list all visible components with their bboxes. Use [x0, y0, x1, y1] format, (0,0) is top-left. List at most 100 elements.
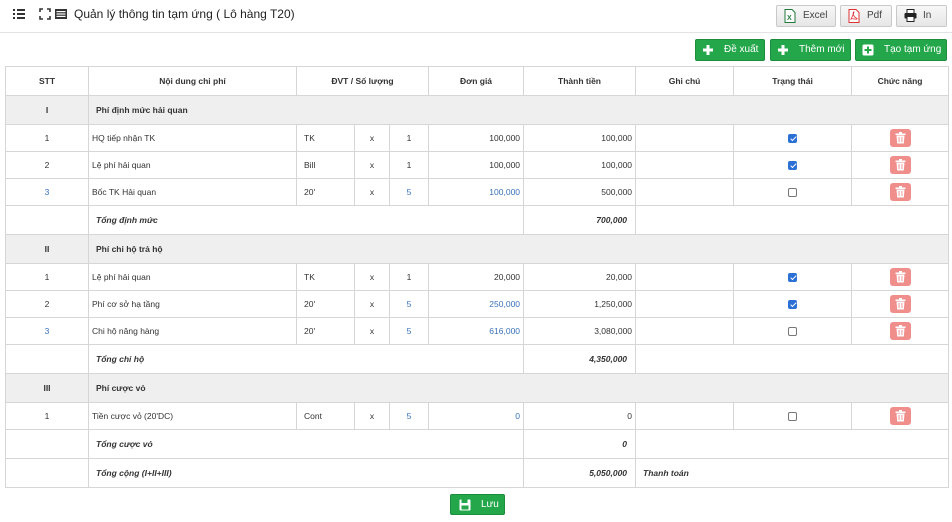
row-content[interactable]: Bốc TK Hải quan [88, 178, 297, 206]
plus-icon [778, 45, 788, 55]
row-price[interactable]: 616,000 [428, 317, 525, 345]
delete-button[interactable] [889, 295, 911, 313]
row-price[interactable]: 0 [428, 402, 525, 430]
save-button[interactable]: Lưu [450, 494, 505, 515]
row-qty[interactable]: 5 [388, 402, 430, 430]
row-status [733, 402, 853, 430]
group-total-label: Tổng chi hộ [87, 344, 525, 374]
row-price[interactable]: 100,000 [428, 178, 525, 206]
row-note[interactable] [635, 178, 735, 206]
propose-button[interactable]: Đề xuất [695, 39, 765, 61]
row-unit[interactable]: TK [296, 124, 355, 152]
row-x: x [354, 290, 390, 318]
row-amount: 500,000 [523, 178, 637, 206]
row-actions [851, 402, 950, 430]
row-note[interactable] [635, 124, 735, 152]
row-amount: 100,000 [523, 151, 637, 179]
col-content: Nội dung chi phí [88, 66, 297, 96]
row-qty[interactable]: 1 [388, 124, 430, 152]
row-actions [851, 317, 950, 345]
group-total-row: Tổng cược vỏ 0 [5, 429, 950, 459]
row-note[interactable] [635, 263, 735, 291]
col-price: Đơn giá [428, 66, 525, 96]
row-price[interactable]: 250,000 [428, 290, 525, 318]
plus-square-icon [862, 44, 874, 56]
row-status [733, 151, 853, 179]
row-price[interactable]: 100,000 [428, 151, 525, 179]
group-total-value: 700,000 [523, 205, 637, 235]
group-roman: III [5, 373, 89, 403]
row-price[interactable]: 20,000 [428, 263, 525, 291]
page-title: Quản lý thông tin tạm ứng ( Lô hàng T20) [74, 7, 295, 21]
row-stt: 3 [5, 317, 89, 345]
row-unit[interactable]: 20' [296, 178, 355, 206]
status-checkbox[interactable] [788, 273, 798, 283]
row-note[interactable] [635, 290, 735, 318]
row-content[interactable]: Lệ phí hải quan [88, 263, 297, 291]
status-checkbox[interactable] [788, 327, 798, 337]
add-new-button[interactable]: Thêm mới [770, 39, 851, 61]
delete-button[interactable] [889, 407, 911, 425]
export-excel-button[interactable]: X Excel [776, 5, 836, 27]
row-content[interactable]: Tiền cược vỏ (20'DC) [88, 402, 297, 430]
row-unit[interactable]: Bill [296, 151, 355, 179]
group-roman: II [5, 234, 89, 264]
group-roman: I [5, 95, 89, 125]
delete-button[interactable] [889, 322, 911, 340]
delete-button[interactable] [889, 183, 911, 201]
status-checkbox[interactable] [788, 188, 798, 198]
group-total-label: Tổng cược vỏ [87, 429, 525, 459]
row-unit[interactable]: Cont [296, 402, 355, 430]
col-actions: Chức năng [851, 66, 950, 96]
excel-icon: X [784, 9, 796, 23]
create-advance-label: Tạo tạm ứng [884, 44, 942, 55]
group-total-value: 4,350,000 [523, 344, 637, 374]
group-row: I Phí định mức hải quan [5, 95, 950, 125]
row-price[interactable]: 100,000 [428, 124, 525, 152]
delete-button[interactable] [889, 129, 911, 147]
payment-note: Thanh toán [635, 458, 950, 488]
status-checkbox[interactable] [788, 300, 798, 310]
print-button[interactable]: In [896, 5, 947, 27]
delete-button[interactable] [889, 156, 911, 174]
menu-icon[interactable] [13, 8, 25, 20]
pdf-label: Pdf [867, 10, 883, 21]
row-x: x [354, 151, 390, 179]
row-qty[interactable]: 1 [388, 151, 430, 179]
row-unit[interactable]: TK [296, 263, 355, 291]
row-note[interactable] [635, 317, 735, 345]
row-status [733, 317, 853, 345]
table-row: 3 Bốc TK Hải quan 20' x 5 100,000 500,00… [5, 178, 950, 206]
list-icon[interactable] [55, 8, 67, 20]
row-qty[interactable]: 1 [388, 263, 430, 291]
row-amount: 1,250,000 [523, 290, 637, 318]
row-note[interactable] [635, 402, 735, 430]
row-qty[interactable]: 5 [388, 290, 430, 318]
row-status [733, 124, 853, 152]
row-note[interactable] [635, 151, 735, 179]
cost-table: STT Nội dung chi phí ĐVT / Số lượng Đơn … [5, 66, 950, 488]
row-stt: 3 [5, 178, 89, 206]
row-stt: 1 [5, 124, 89, 152]
row-content[interactable]: Phí cơ sở hạ tầng [88, 290, 297, 318]
fullscreen-icon[interactable] [39, 8, 51, 20]
status-checkbox[interactable] [788, 134, 798, 144]
status-checkbox[interactable] [788, 161, 798, 171]
row-x: x [354, 124, 390, 152]
row-content[interactable]: Lệ phí hải quan [88, 151, 297, 179]
group-total-row: Tổng chi hộ 4,350,000 [5, 344, 950, 374]
row-content[interactable]: Chi hộ nâng hàng [88, 317, 297, 345]
row-qty[interactable]: 5 [388, 178, 430, 206]
export-pdf-button[interactable]: Pdf [840, 5, 892, 27]
group-total-row: Tổng định mức 700,000 [5, 205, 950, 235]
row-content[interactable]: HQ tiếp nhận TK [88, 124, 297, 152]
row-actions [851, 124, 950, 152]
status-checkbox[interactable] [788, 412, 798, 422]
row-status [733, 178, 853, 206]
row-unit[interactable]: 20' [296, 290, 355, 318]
delete-button[interactable] [889, 268, 911, 286]
row-stt: 1 [5, 402, 89, 430]
row-qty[interactable]: 5 [388, 317, 430, 345]
create-advance-button[interactable]: Tạo tạm ứng [855, 39, 947, 61]
row-unit[interactable]: 20' [296, 317, 355, 345]
